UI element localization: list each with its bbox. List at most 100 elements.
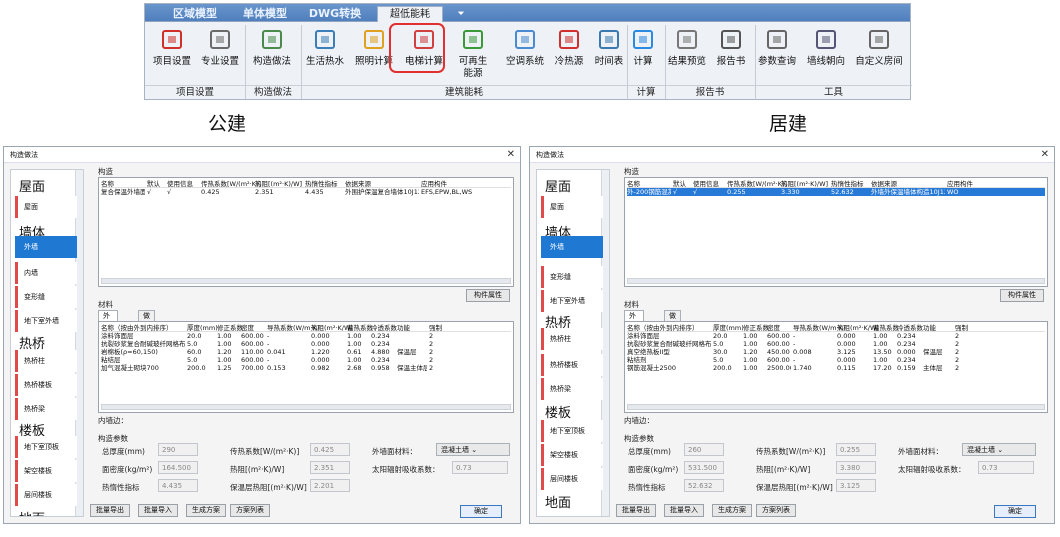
sidebar-item-0[interactable]: 屋面 (541, 196, 603, 218)
material-row[interactable]: 抗裂砂浆复合耐碱玻纤网格布 5.0 1.00 600.00- 0.000 1.00 0.23… (101, 340, 511, 348)
material-row[interactable]: 岩棉板(ρ=60,150) 60.0 1.20 110.00 0.041 1.220 0.6… (101, 348, 511, 356)
sidebar-item-8[interactable]: 地下室顶板 (15, 436, 77, 458)
bottom-button-1[interactable]: 批量导入 (664, 504, 704, 517)
tab-method-note[interactable]: 做法说明 (138, 310, 155, 350)
construct-property-button[interactable]: 构件属性 (466, 289, 510, 302)
material-row[interactable]: 真空绝热板II型 30.0 1.20 450.00 0.008 3.125 13.50 0.0… (627, 348, 1045, 356)
ribbon-btn-14[interactable]: 墙线朝向 (803, 24, 849, 84)
ok-button[interactable]: 确定 (460, 505, 502, 518)
construct-row[interactable]: 外-200钢筋混凝土+30挤塑聚苯板外保温√√0.2553.33052.632外… (627, 188, 1045, 196)
material-row[interactable]: 粘结层 5.0 1.00 600.00- 0.000 1.00 0.234 2 (101, 356, 511, 364)
construct-hscroll[interactable] (627, 278, 1045, 284)
ribbon-btn-10[interactable]: 计算 (627, 24, 659, 84)
sidebar-item-7[interactable]: 地下室顶板 (541, 420, 603, 442)
material-row[interactable]: 加气混凝土砌块700 200.0 1.25 700.00 0.153 0.982 2.68 0… (101, 364, 511, 372)
material-cell: 0.234 (897, 332, 916, 340)
sidebar-item-9[interactable]: 架空楼板 (15, 460, 77, 482)
ribbon-btn-6[interactable]: 可再生 能源 (449, 24, 497, 84)
material-cell: 600.00 (767, 340, 790, 348)
ribbon-btn-7[interactable]: 空调系统 (501, 24, 549, 84)
close-icon[interactable]: ✕ (507, 148, 515, 162)
param-value-Rins: 2.201 (310, 479, 350, 492)
sidebar-item-0[interactable]: 屋面 (15, 196, 77, 218)
bottom-button-2[interactable]: 生成方案 (712, 504, 752, 517)
sidebar-item-9[interactable]: 层间楼板 (541, 468, 603, 490)
ribbon-btn-12[interactable]: 报告书 (711, 24, 751, 84)
category-0: 屋面 (19, 180, 46, 195)
ribbon-btn-8[interactable]: 冷热源 (549, 24, 589, 84)
sidebar-item-1[interactable]: 外墙 (541, 236, 603, 258)
construct-cell: WO (947, 188, 959, 196)
tab-external-insulation[interactable]: 外保温(1) (624, 310, 644, 350)
sidebar-item-6[interactable]: 热桥楼板 (15, 374, 77, 396)
sidebar-item-5[interactable]: 热桥楼板 (541, 354, 603, 376)
tab-ultra-low-energy[interactable]: 超低能耗 (377, 6, 443, 22)
bottom-button-3[interactable]: 方案列表 (230, 504, 270, 517)
material-cell: 2.68 (347, 364, 362, 372)
ribbon-btn-1[interactable]: 专业设置 (197, 24, 243, 84)
tab-single-model[interactable]: 单体模型 (237, 6, 293, 22)
sidebar-item-10[interactable]: 层间楼板 (15, 484, 77, 506)
sidebar-item-2[interactable]: 内墙 (15, 262, 77, 284)
material-cell: 110.00 (241, 348, 264, 356)
specialty-settings-icon (207, 26, 233, 52)
material-row[interactable]: 涂料饰面层 20.0 1.00 600.00- 0.000 1.00 0.234 2 (101, 332, 511, 340)
construct-row[interactable]: 复合保温外墙面 √ √ 0.425 2.351 4.435 外围护保温复合墙体10J121 E… (101, 188, 511, 196)
sidebar-item-4[interactable]: 地下室外墙 (15, 310, 77, 332)
bottom-button-3[interactable]: 方案列表 (756, 504, 796, 517)
material-header-cell: 蓄热系数 (347, 324, 373, 332)
ribbon-btn-9[interactable]: 时间表 (591, 24, 627, 84)
ribbon-collapse-icon[interactable]: ⏷ (453, 6, 469, 22)
sidebar-item-6[interactable]: 热桥梁 (541, 378, 603, 400)
material-cell: 1.00 (743, 364, 758, 372)
tab-dwg-convert[interactable]: DWG转换 (305, 6, 365, 22)
material-cell: - (793, 340, 796, 348)
bottom-button-0[interactable]: 批量导出 (90, 504, 130, 517)
material-cell: 200.0 (713, 364, 732, 372)
material-cell: 450.00 (767, 348, 790, 356)
tab-external-insulation[interactable]: 外保温(1) (98, 310, 118, 350)
sidebar-item-5[interactable]: 热桥柱 (15, 350, 77, 372)
ok-button[interactable]: 确定 (994, 505, 1036, 518)
sidebar-item-1[interactable]: 外墙 (15, 236, 77, 258)
param-value-total_thick: 290 (158, 443, 198, 456)
bottom-button-0[interactable]: 批量导出 (616, 504, 656, 517)
sidebar-item-4[interactable]: 热桥柱 (541, 328, 603, 350)
material-header-cell: 冷透系数 (897, 324, 923, 332)
material-row[interactable]: 粘结剂 5.0 1.00 600.00- 0.000 1.00 0.234 2 (627, 356, 1045, 364)
bottom-button-1[interactable]: 批量导入 (138, 504, 178, 517)
param-value-inertia: 4.435 (158, 479, 198, 492)
ribbon-btn-3[interactable]: 生活热水 (301, 24, 349, 84)
tab-method-note[interactable]: 做法说明 (664, 310, 681, 350)
param-value-Rins: 3.125 (836, 479, 876, 492)
ribbon-btn-0[interactable]: 项目设置 (149, 24, 195, 84)
material-row[interactable]: 抗裂砂浆复合耐碱玻纤网格布 5.0 1.00 600.00- 0.000 1.00 0.23… (627, 340, 1045, 348)
material-hscroll[interactable] (627, 404, 1045, 410)
ribbon-btn-11[interactable]: 结果预览 (665, 24, 709, 84)
sidebar-item-8[interactable]: 架空楼板 (541, 444, 603, 466)
ribbon-btn-13[interactable]: 参数查询 (755, 24, 799, 84)
construct-cell: 复合保温外墙面 (101, 188, 145, 196)
sidebar-item-3[interactable]: 变形缝 (15, 286, 77, 308)
ribbon-btn-label: 照明计算 (354, 56, 393, 67)
sidebar-item-2[interactable]: 变形缝 (541, 266, 603, 288)
sidebar-item-7[interactable]: 热桥梁 (15, 398, 77, 420)
material-cell: 2 (429, 340, 434, 348)
sidebar-item-3[interactable]: 地下室外墙 (541, 290, 603, 312)
material-header-cell: 强制 (429, 324, 442, 332)
tab-area-model[interactable]: 区域模型 (167, 6, 223, 22)
ribbon-btn-15[interactable]: 自定义房间 (851, 24, 907, 84)
ribbon-btn-2[interactable]: 构造做法 (245, 24, 299, 84)
surface-material-dropdown[interactable]: 混凝土墙 ⌄ (962, 443, 1036, 456)
dialog-title: 构造做法 (530, 147, 1054, 163)
bottom-button-2[interactable]: 生成方案 (186, 504, 226, 517)
construct-property-button[interactable]: 构件属性 (1000, 289, 1044, 302)
material-cell: 0.000 (897, 348, 916, 356)
ribbon-separator (755, 25, 756, 99)
material-row[interactable]: 钢筋混凝土2500 200.0 1.00 2500.001.740 0.115 17.20… (627, 364, 1045, 372)
material-hscroll[interactable] (101, 404, 511, 410)
close-icon[interactable]: ✕ (1041, 148, 1049, 162)
material-row[interactable]: 涂料饰面层 20.0 1.00 600.00- 0.000 1.00 0.234 2 (627, 332, 1045, 340)
surface-material-dropdown[interactable]: 混凝土墙 ⌄ (436, 443, 510, 456)
construct-hscroll[interactable] (101, 278, 511, 284)
